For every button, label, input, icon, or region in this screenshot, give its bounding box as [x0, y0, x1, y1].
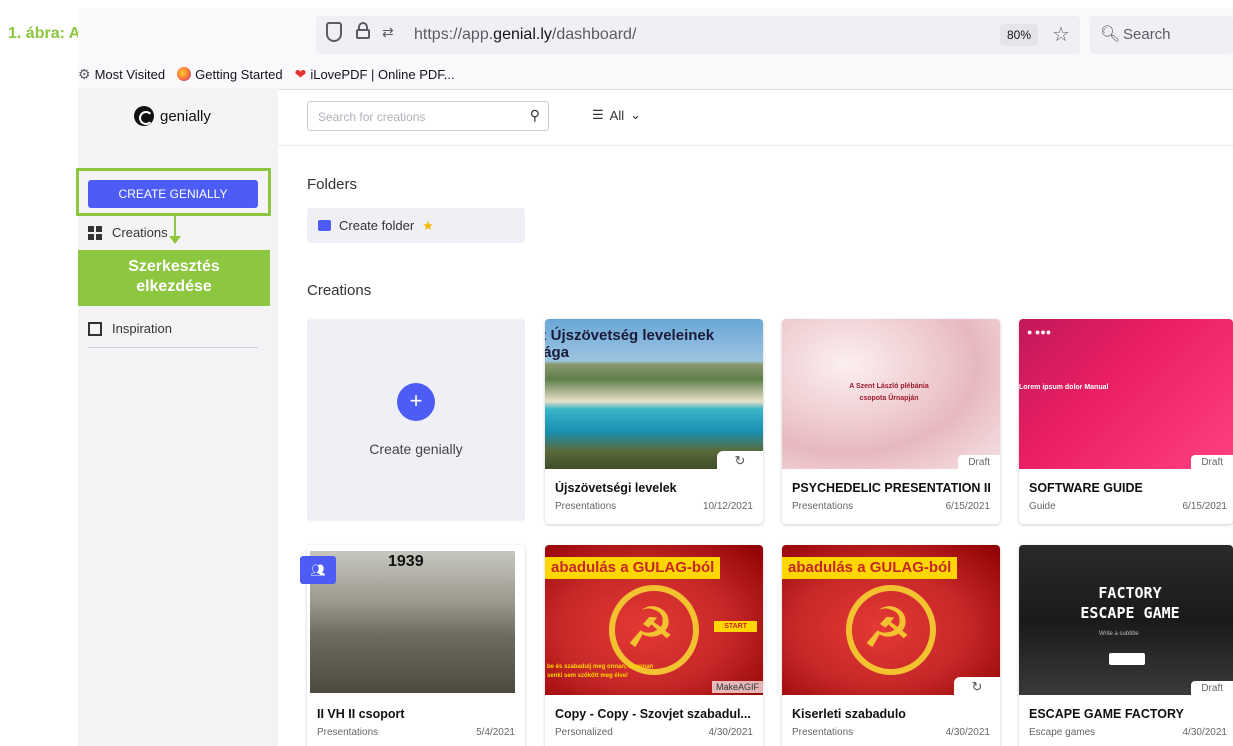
create-genially-card[interactable]: + Create genially — [307, 319, 525, 521]
heart-icon: ❤ — [294, 65, 307, 82]
dots-icon: ● ●●● — [1027, 327, 1052, 337]
plus-icon: + — [397, 383, 435, 421]
create-genially-button[interactable]: CREATE GENIALLY — [88, 180, 258, 208]
sync-icon: ↻ — [954, 677, 1000, 697]
bookmark-most-visited[interactable]: ⚙ Most Visited — [78, 66, 165, 83]
creation-thumbnail: FACTORY ESCAPE GAME Write a subtitle — [1019, 545, 1233, 695]
address-url[interactable]: https://app.genial.ly/dashboard/ — [414, 26, 636, 44]
creation-card[interactable]: 1939 II VH II csoport Presentations 5/4/… — [307, 545, 525, 746]
gear-icon: ⚙ — [78, 65, 91, 82]
start-button-preview — [1109, 653, 1145, 665]
chevron-down-icon: ⌄ — [630, 107, 642, 122]
folder-icon — [318, 220, 331, 231]
browser-search-box[interactable]: 🔍︎ Search — [1090, 16, 1233, 54]
draft-badge: Draft — [1191, 681, 1233, 696]
draft-badge: Draft — [1191, 455, 1233, 470]
lock-icon[interactable] — [356, 22, 370, 39]
creation-card[interactable]: FACTORY ESCAPE GAME Write a subtitle Dra… — [1019, 545, 1233, 746]
start-tag: START — [714, 621, 757, 632]
search-icon: 🔍︎ — [1100, 26, 1121, 43]
creation-card[interactable]: ● ●●● Lorem ipsum dolor Manual Draft SOF… — [1019, 319, 1233, 524]
creation-thumbnail: A Szent László plébánia csopota Űrnapján — [782, 319, 1000, 469]
annotation-arrow — [174, 214, 176, 238]
bookmarks-bar: ⚙ Most Visited Getting Started ❤ iLovePDF … — [78, 60, 461, 88]
hammer-sickle-icon: ☭ — [625, 596, 676, 659]
genially-logo-icon — [134, 106, 154, 126]
folders-heading: Folders — [307, 176, 358, 193]
annotation-arrow-head — [169, 236, 181, 244]
draft-badge: Draft — [958, 455, 1000, 470]
sidebar-divider — [88, 347, 258, 348]
create-folder-button[interactable]: Create folder ★ — [307, 208, 525, 243]
creation-thumbnail: abadulás a GULAG-ból ☭ START be és szaba… — [545, 545, 763, 695]
hammer-sickle-icon: ☭ — [862, 596, 913, 659]
grid-icon — [88, 225, 102, 240]
creation-card[interactable]: A Szent László plébánia csopota Űrnapján… — [782, 319, 1000, 524]
creation-card[interactable]: abadulás a GULAG-ból ☭ ↻ Kiserleti szaba… — [782, 545, 1000, 746]
creations-search-input[interactable]: Search for creations ⚲ — [307, 101, 549, 131]
filter-dropdown[interactable]: ☰ All ⌄ — [592, 107, 641, 123]
header-divider — [278, 145, 1233, 146]
star-icon: ★ — [422, 217, 434, 233]
sidebar-item-creations[interactable]: Creations — [88, 225, 168, 240]
creation-thumbnail: abadulás a GULAG-ból ☭ — [782, 545, 1000, 695]
firefox-icon — [177, 67, 192, 81]
creation-thumbnail: 1939 — [310, 551, 515, 693]
creation-thumbnail: z Újszövetség leveleinek lága — [545, 319, 763, 469]
creation-card[interactable]: z Újszövetség leveleinek lága ↻ Újszövet… — [545, 319, 763, 524]
inspiration-icon — [88, 321, 102, 336]
bookmark-getting-started[interactable]: Getting Started — [177, 67, 283, 82]
bookmark-ilovepdf[interactable]: ❤ iLovePDF | Online PDF... — [295, 66, 455, 83]
creation-thumbnail: ● ●●● Lorem ipsum dolor Manual — [1019, 319, 1233, 469]
tracking-shield-icon[interactable] — [326, 22, 342, 42]
zoom-level[interactable]: 80% — [1000, 24, 1038, 46]
search-icon[interactable]: ⚲ — [530, 107, 540, 124]
permissions-icon[interactable]: ⇄ — [382, 24, 394, 41]
team-icon: 👥︎ — [300, 556, 336, 584]
sidebar-item-inspiration[interactable]: Inspiration — [88, 321, 172, 336]
creation-card[interactable]: abadulás a GULAG-ból ☭ START be és szaba… — [545, 545, 763, 746]
filter-icon: ☰ — [592, 107, 604, 122]
annotation-label: Szerkesztés elkezdése — [78, 250, 270, 306]
sync-icon: ↻ — [717, 451, 763, 471]
creations-heading: Creations — [307, 282, 372, 299]
bookmark-star-icon[interactable]: ☆ — [1052, 22, 1070, 47]
genially-logo[interactable]: genially — [134, 106, 211, 126]
